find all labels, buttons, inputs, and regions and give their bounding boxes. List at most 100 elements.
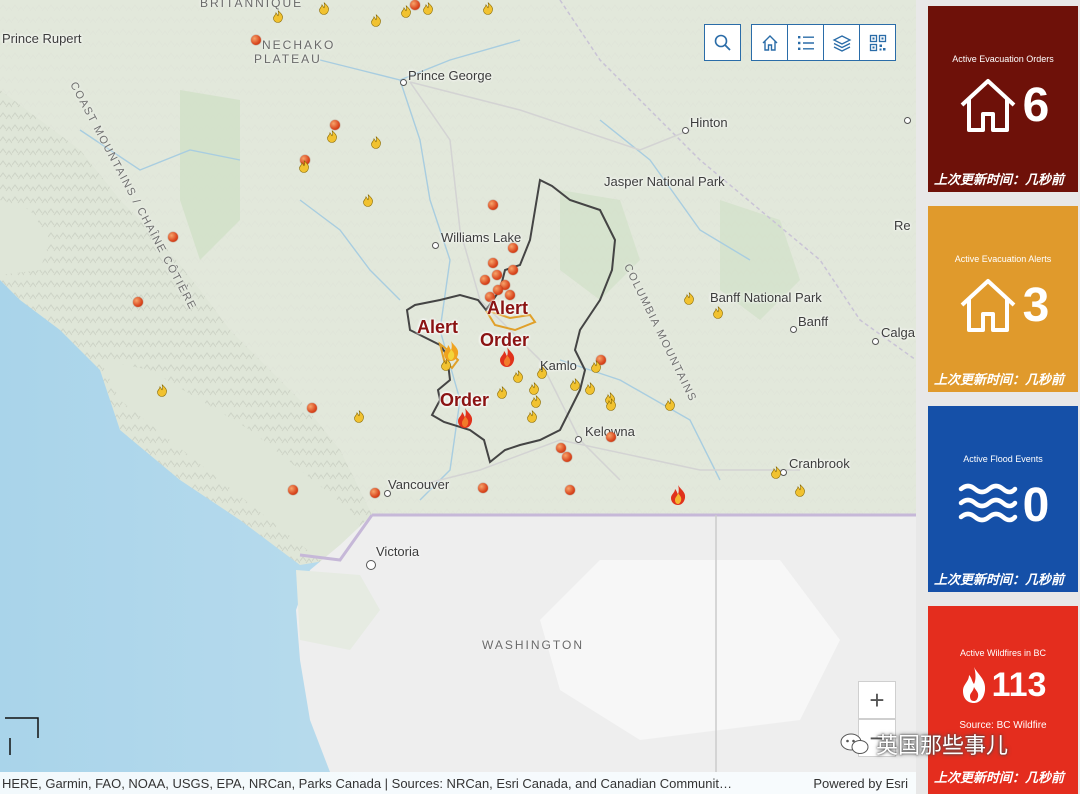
city-marker <box>682 127 689 134</box>
wildfire-marker[interactable] <box>508 265 518 275</box>
list-icon <box>797 35 814 50</box>
wildfire-icon[interactable] <box>584 382 596 395</box>
wildfire-marker[interactable] <box>288 485 298 495</box>
evacuation-fire-icon[interactable] <box>441 340 461 362</box>
wildfire-icon[interactable] <box>605 398 617 411</box>
wildfire-icon[interactable] <box>400 5 412 18</box>
watermark-text: 英国那些事儿 <box>876 733 1009 758</box>
house-icon <box>960 279 1015 332</box>
wildfire-of-note-icon[interactable] <box>668 484 688 506</box>
wildfire-marker[interactable] <box>251 35 261 45</box>
chat-bubbles-icon <box>840 733 869 754</box>
indicator-sidebar: Active Evacuation Orders 6 上次更新时间：几秒前 Ac… <box>916 0 1080 794</box>
home-button[interactable] <box>751 24 788 61</box>
search-button[interactable] <box>704 24 741 61</box>
waves-icon <box>958 483 1017 523</box>
wildfire-icon[interactable] <box>298 160 310 173</box>
evacuation-orders-card[interactable]: Active Evacuation Orders 6 上次更新时间：几秒前 <box>928 6 1078 192</box>
wildfire-marker[interactable] <box>478 483 488 493</box>
wildfire-icon[interactable] <box>530 395 542 408</box>
last-updated-text: 上次更新时间：几秒前 <box>934 172 1065 187</box>
wildfire-icon[interactable] <box>794 484 806 497</box>
wildfire-icon[interactable] <box>536 366 548 379</box>
attribution-sources: HERE, Garmin, FAO, NOAA, USGS, EPA, NRCa… <box>2 775 732 791</box>
wildfire-icon[interactable] <box>664 398 676 411</box>
map-view[interactable]: BRITANNIQUE Prince Rupert NECHAKO PLATEA… <box>0 0 916 794</box>
watermark: 英国那些事儿 <box>840 728 1008 760</box>
search-icon <box>714 34 731 51</box>
wildfire-marker[interactable] <box>493 285 503 295</box>
place-label: Banff National Park <box>710 290 822 305</box>
wildfire-icon[interactable] <box>770 466 782 479</box>
wildfire-marker[interactable] <box>565 485 575 495</box>
city-marker <box>366 560 376 570</box>
card-title: Active Evacuation Alerts <box>954 254 1052 264</box>
card-value: 0 <box>1022 478 1050 532</box>
place-label: Calga <box>881 325 915 340</box>
place-label: Banff <box>798 314 829 329</box>
evacuation-order-label: Order <box>440 390 490 410</box>
map-attribution: HERE, Garmin, FAO, NOAA, USGS, EPA, NRCa… <box>0 772 916 794</box>
wildfire-icon[interactable] <box>590 360 602 373</box>
wildfire-marker[interactable] <box>562 452 572 462</box>
wildfires-card[interactable]: Active Wildfires in BC 113 Source: BC Wi… <box>928 606 1078 794</box>
wildfire-marker[interactable] <box>508 243 518 253</box>
card-title: Active Evacuation Orders <box>952 54 1054 64</box>
wildfire-marker[interactable] <box>488 200 498 210</box>
wildfire-marker[interactable] <box>307 403 317 413</box>
city-marker <box>400 79 407 86</box>
wildfire-icon[interactable] <box>370 14 382 27</box>
wildfire-icon[interactable] <box>683 292 695 305</box>
last-updated-text: 上次更新时间：几秒前 <box>934 770 1065 785</box>
flood-events-card[interactable]: Active Flood Events 0 上次更新时间：几秒前 <box>928 406 1078 592</box>
place-label: Williams Lake <box>441 230 522 245</box>
wildfire-icon[interactable] <box>362 194 374 207</box>
region-label: WASHINGTON <box>482 638 585 652</box>
place-label: Vancouver <box>388 477 450 492</box>
legend-button[interactable] <box>787 24 824 61</box>
layers-button[interactable] <box>823 24 860 61</box>
region-label: BRITANNIQUE <box>200 0 304 10</box>
wildfire-icon[interactable] <box>528 382 540 395</box>
place-label: Hinton <box>690 115 728 130</box>
wildfire-marker[interactable] <box>492 270 502 280</box>
place-label: Prince Rupert <box>2 31 82 46</box>
wildfire-marker[interactable] <box>168 232 178 242</box>
region-label: PLATEAU <box>254 52 322 66</box>
wildfire-marker[interactable] <box>488 258 498 268</box>
flame-icon <box>962 667 985 703</box>
wildfire-marker[interactable] <box>480 275 490 285</box>
wildfire-icon[interactable] <box>422 2 434 15</box>
region-label: NECHAKO <box>262 38 336 52</box>
wildfire-icon[interactable] <box>370 136 382 149</box>
evacuation-alert-label: Alert <box>487 298 529 318</box>
powered-by-esri-link[interactable]: Powered by Esri <box>813 776 916 791</box>
place-label: Victoria <box>376 544 420 559</box>
wildfire-icon[interactable] <box>482 2 494 15</box>
wildfire-marker[interactable] <box>330 120 340 130</box>
wildfire-icon[interactable] <box>318 2 330 15</box>
wildfire-marker[interactable] <box>370 488 380 498</box>
wildfire-icon[interactable] <box>569 378 581 391</box>
house-icon <box>960 79 1015 132</box>
wildfire-icon[interactable] <box>712 306 724 319</box>
evacuation-alerts-card[interactable]: Active Evacuation Alerts 3 上次更新时间：几秒前 <box>928 206 1078 392</box>
qr-code-button[interactable] <box>859 24 896 61</box>
wildfire-marker[interactable] <box>133 297 143 307</box>
wildfire-icon[interactable] <box>512 370 524 383</box>
wildfire-icon[interactable] <box>496 386 508 399</box>
wildfire-marker[interactable] <box>606 432 616 442</box>
wildfire-icon[interactable] <box>353 410 365 423</box>
card-title: Active Flood Events <box>963 454 1043 464</box>
last-updated-text: 上次更新时间：几秒前 <box>934 572 1065 587</box>
wildfire-icon[interactable] <box>156 384 168 397</box>
wildfire-icon[interactable] <box>272 10 284 23</box>
home-icon <box>762 34 777 51</box>
place-label: Cranbrook <box>789 456 850 471</box>
card-value: 113 <box>991 665 1047 704</box>
wildfire-icon[interactable] <box>326 130 338 143</box>
zoom-in-button[interactable]: + <box>858 681 896 719</box>
place-label: Prince George <box>408 68 492 83</box>
city-marker <box>575 436 582 443</box>
wildfire-icon[interactable] <box>526 410 538 423</box>
